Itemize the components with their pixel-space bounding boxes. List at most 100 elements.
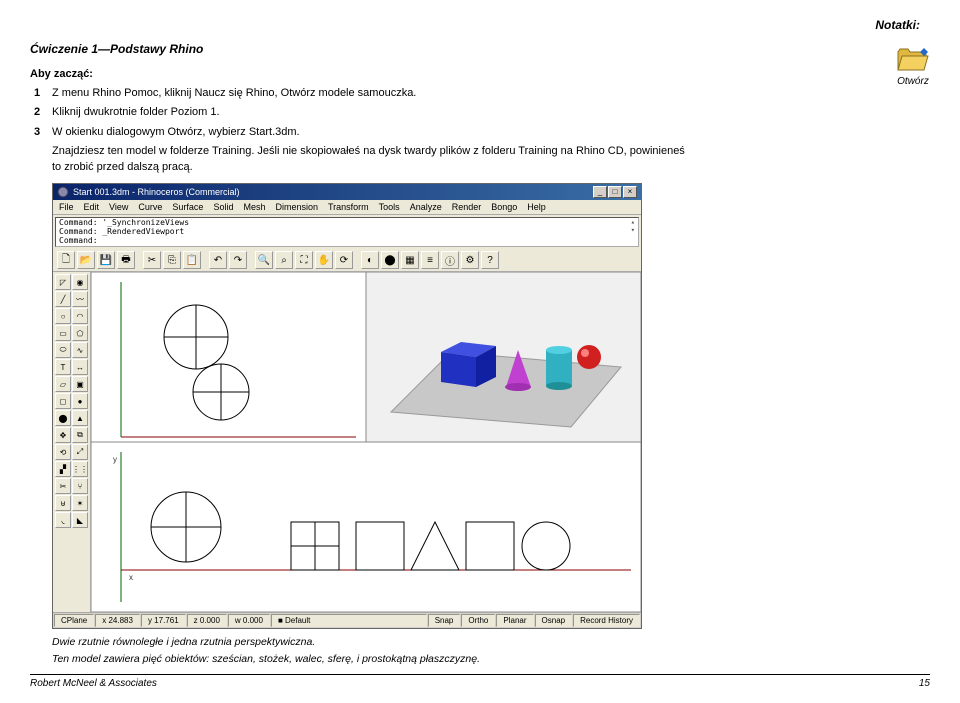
viewports[interactable]: x y	[91, 272, 641, 612]
rhino-screenshot: Start 001.3dm - Rhinoceros (Commercial) …	[52, 183, 930, 629]
cmd-prompt[interactable]: Command:	[59, 237, 631, 246]
close-button[interactable]: ×	[623, 186, 637, 198]
menu-item[interactable]: Mesh	[243, 202, 265, 212]
zoom-icon[interactable]: 🔍	[255, 251, 273, 269]
minimize-button[interactable]: _	[593, 186, 607, 198]
menu-bar: File Edit View Curve Surface Solid Mesh …	[53, 200, 641, 215]
status-x: x 24.883	[95, 614, 140, 627]
status-layer[interactable]: ■ Default	[271, 614, 427, 627]
split-icon[interactable]: ⑂	[72, 478, 88, 494]
rect-icon[interactable]: ▭	[55, 325, 71, 341]
undo-icon[interactable]: ↶	[209, 251, 227, 269]
cone-icon[interactable]: ▲	[72, 410, 88, 426]
folder-open-icon	[896, 46, 930, 74]
explode-icon[interactable]: ✶	[72, 495, 88, 511]
wireframe-icon[interactable]: ▦	[401, 251, 419, 269]
trim-icon[interactable]: ✂	[55, 478, 71, 494]
layers-icon[interactable]: ≡	[421, 251, 439, 269]
copy-icon[interactable]: ⎘	[163, 251, 181, 269]
footer-author: Robert McNeel & Associates	[30, 678, 157, 689]
step-text: Z menu Rhino Pomoc, kliknij Naucz się Rh…	[52, 86, 806, 101]
zoom-window-icon[interactable]: ⌕	[275, 251, 293, 269]
menu-item[interactable]: Solid	[213, 202, 233, 212]
menu-item[interactable]: File	[59, 202, 74, 212]
footer-page-number: 15	[919, 678, 930, 689]
status-cplane: CPlane	[54, 614, 94, 627]
scroll-arrows[interactable]: ▴ ▾	[631, 219, 635, 245]
window-title: Start 001.3dm - Rhinoceros (Commercial)	[73, 187, 589, 197]
array-icon[interactable]: ⋮⋮	[72, 461, 88, 477]
chevron-down-icon[interactable]: ▾	[631, 227, 635, 235]
chamfer-icon[interactable]: ◣	[72, 512, 88, 528]
status-planar[interactable]: Planar	[496, 614, 533, 627]
menu-item[interactable]: Tools	[379, 202, 400, 212]
render-icon[interactable]: ⬤	[381, 251, 399, 269]
ellipse-icon[interactable]: ⬭	[55, 342, 71, 358]
rotate2-icon[interactable]: ⟲	[55, 444, 71, 460]
zoom-extents-icon[interactable]: ⛶	[295, 251, 313, 269]
join-icon[interactable]: ⊎	[55, 495, 71, 511]
text-icon[interactable]: T	[55, 359, 71, 375]
menu-item[interactable]: Dimension	[275, 202, 318, 212]
cut-icon[interactable]: ✂	[143, 251, 161, 269]
help-icon[interactable]: ?	[481, 251, 499, 269]
status-osnap[interactable]: Osnap	[535, 614, 573, 627]
menu-item[interactable]: Render	[452, 202, 482, 212]
mirror-icon[interactable]: ▞	[55, 461, 71, 477]
step-number: 3	[34, 125, 52, 140]
side-toolbox: ◸◉ ╱〰 ○◠ ▭⬠ ⬭∿ T↔ ▱▣ ◻● ⬤▲ ✥⧉ ⟲⤢ ▞⋮⋮ ✂⑂ …	[53, 272, 91, 612]
menu-item[interactable]: Help	[527, 202, 546, 212]
solid-icon[interactable]: ▣	[72, 376, 88, 392]
step-text: Kliknij dwukrotnie folder Poziom 1.	[52, 105, 806, 120]
menu-item[interactable]: Surface	[172, 202, 203, 212]
properties-icon[interactable]: ⓘ	[441, 251, 459, 269]
lasso-icon[interactable]: ◉	[72, 274, 88, 290]
menu-item[interactable]: Analyze	[410, 202, 442, 212]
cmd-line: Command: _RenderedViewport	[59, 228, 631, 237]
cylinder-icon[interactable]: ⬤	[55, 410, 71, 426]
status-ortho[interactable]: Ortho	[461, 614, 495, 627]
dim-icon[interactable]: ↔	[72, 359, 88, 375]
caption-line1: Dwie rzutnie równoległe i jedna rzutnia …	[52, 635, 930, 650]
box-icon[interactable]: ◻	[55, 393, 71, 409]
status-z: z 0.000	[187, 614, 227, 627]
new-icon[interactable]: 🗋	[57, 251, 75, 269]
circle-icon[interactable]: ○	[55, 308, 71, 324]
move-icon[interactable]: ✥	[55, 427, 71, 443]
menu-item[interactable]: Transform	[328, 202, 369, 212]
save-icon[interactable]: 💾	[97, 251, 115, 269]
rotate-icon[interactable]: ⟳	[335, 251, 353, 269]
open-icon[interactable]: 📂	[77, 251, 95, 269]
rhino-window: Start 001.3dm - Rhinoceros (Commercial) …	[52, 183, 642, 629]
pan-icon[interactable]: ✋	[315, 251, 333, 269]
scale-icon[interactable]: ⤢	[72, 444, 88, 460]
open-icon-block: Otwórz	[896, 46, 930, 87]
step-item: 1 Z menu Rhino Pomoc, kliknij Naucz się …	[34, 86, 806, 101]
status-record[interactable]: Record History	[573, 614, 640, 627]
fillet-icon[interactable]: ◟	[55, 512, 71, 528]
options-icon[interactable]: ⚙	[461, 251, 479, 269]
status-snap[interactable]: Snap	[428, 614, 461, 627]
shade-icon[interactable]: ◐	[361, 251, 379, 269]
polyline-icon[interactable]: 〰	[72, 291, 88, 307]
redo-icon[interactable]: ↷	[229, 251, 247, 269]
surface-icon[interactable]: ▱	[55, 376, 71, 392]
copy2-icon[interactable]: ⧉	[72, 427, 88, 443]
menu-item[interactable]: Edit	[84, 202, 100, 212]
polygon-icon[interactable]: ⬠	[72, 325, 88, 341]
exercise-title: Ćwiczenie 1—Podstawy Rhino	[30, 42, 930, 56]
arc-icon[interactable]: ◠	[72, 308, 88, 324]
menu-item[interactable]: Bongo	[491, 202, 517, 212]
step-item: 2 Kliknij dwukrotnie folder Poziom 1.	[34, 105, 806, 120]
paste-icon[interactable]: 📋	[183, 251, 201, 269]
curve-icon[interactable]: ∿	[72, 342, 88, 358]
svg-text:y: y	[113, 455, 117, 464]
maximize-button[interactable]: □	[608, 186, 622, 198]
menu-item[interactable]: View	[109, 202, 128, 212]
menu-item[interactable]: Curve	[138, 202, 162, 212]
line-icon[interactable]: ╱	[55, 291, 71, 307]
status-bar: CPlane x 24.883 y 17.761 z 0.000 w 0.000…	[53, 612, 641, 628]
pointer-icon[interactable]: ◸	[55, 274, 71, 290]
print-icon[interactable]: 🖶	[117, 251, 135, 269]
sphere-icon[interactable]: ●	[72, 393, 88, 409]
